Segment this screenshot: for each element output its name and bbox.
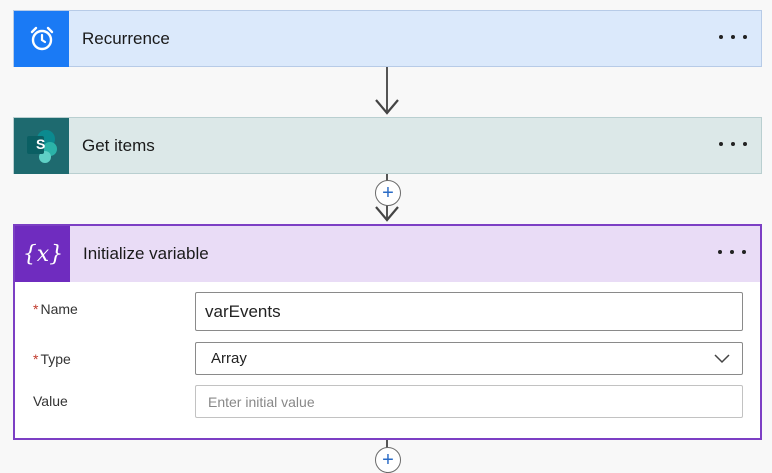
- sharepoint-icon: S: [14, 118, 69, 174]
- type-label-text: Type: [40, 351, 71, 367]
- get-items-card[interactable]: S Get items: [13, 117, 762, 174]
- variable-icon: {x}: [15, 226, 70, 282]
- arrow-down-icon: [375, 99, 399, 115]
- get-items-header[interactable]: S Get items: [14, 118, 761, 174]
- add-step-button[interactable]: +: [375, 180, 401, 206]
- required-marker: *: [33, 351, 39, 367]
- svg-text:{x}: {x}: [23, 242, 63, 267]
- type-select[interactable]: Array: [195, 342, 743, 375]
- name-input-value: varEvents: [205, 301, 281, 321]
- initialize-variable-title: Initialize variable: [83, 244, 209, 263]
- name-label-text: Name: [40, 301, 78, 317]
- name-label: * Name: [33, 301, 78, 317]
- recurrence-more-options-icon[interactable]: [719, 27, 747, 47]
- get-items-title: Get items: [82, 136, 155, 155]
- initialize-variable-header[interactable]: {x} Initialize variable: [15, 226, 760, 282]
- required-marker: *: [33, 301, 39, 317]
- sharepoint-icon-letter: S: [36, 136, 46, 152]
- value-label: Value: [33, 393, 68, 409]
- type-select-value: Array: [211, 350, 247, 367]
- chevron-down-icon[interactable]: [714, 351, 730, 365]
- initialize-variable-card[interactable]: {x} Initialize variable * Name varEvents …: [13, 224, 762, 440]
- recurrence-title: Recurrence: [82, 29, 170, 48]
- recurrence-card[interactable]: Recurrence: [13, 10, 762, 67]
- add-step-button[interactable]: +: [375, 447, 401, 473]
- recurrence-header[interactable]: Recurrence: [14, 11, 761, 67]
- value-input[interactable]: Enter initial value: [195, 385, 743, 418]
- name-input[interactable]: varEvents: [195, 292, 743, 331]
- type-label: * Type: [33, 351, 71, 367]
- initialize-variable-more-options-icon[interactable]: [718, 242, 746, 262]
- value-input-placeholder: Enter initial value: [208, 393, 315, 410]
- alarm-clock-icon: [14, 11, 69, 67]
- arrow-down-icon: [375, 206, 399, 222]
- get-items-more-options-icon[interactable]: [719, 134, 747, 154]
